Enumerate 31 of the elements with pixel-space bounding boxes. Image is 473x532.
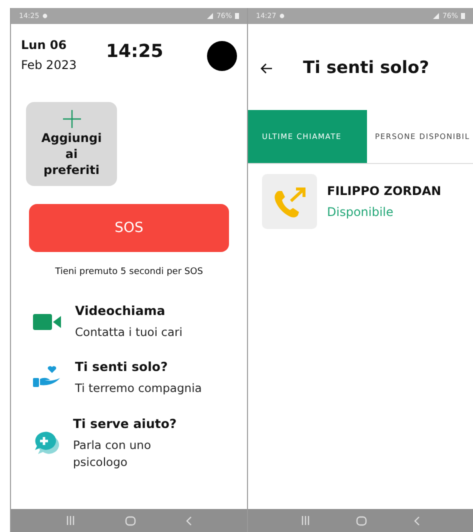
- back-arrow-button[interactable]: [260, 62, 273, 74]
- back-icon[interactable]: [186, 516, 192, 526]
- clock: 14:25: [106, 41, 164, 62]
- outgoing-call-icon: [262, 174, 317, 229]
- home-icon[interactable]: [125, 516, 136, 526]
- recent-apps-icon[interactable]: [301, 516, 310, 525]
- battery-icon: [461, 13, 465, 19]
- sos-hint: Tieni premuto 5 secondi per SOS: [55, 267, 203, 277]
- sos-button[interactable]: SOS: [29, 204, 229, 252]
- battery-icon: [235, 13, 239, 19]
- menu-item-subtitle: Ti terremo compagnia: [75, 380, 203, 398]
- medical-chat-icon: [33, 431, 59, 456]
- contact-status: Disponibile: [327, 205, 394, 219]
- contact-name[interactable]: FILIPPO ZORDAN: [327, 184, 442, 198]
- date-month: Feb 2023: [21, 58, 78, 72]
- video-camera-icon: [33, 313, 61, 332]
- menu-item-subtitle: Parla con uno psicologo: [73, 436, 152, 471]
- add-favorite-button[interactable]: Aggiungi ai preferiti: [26, 102, 117, 186]
- back-icon[interactable]: [414, 516, 420, 526]
- signal-icon: [433, 13, 440, 19]
- menu-item-title[interactable]: Ti serve aiuto?: [73, 416, 208, 430]
- menu-item-subtitle: Contatta i tuoi cari: [75, 324, 184, 341]
- home-icon[interactable]: [356, 516, 368, 526]
- date-day: Lun 06: [21, 38, 106, 52]
- menu-item-title[interactable]: Videochiama: [75, 303, 210, 318]
- recent-apps-icon[interactable]: [66, 516, 75, 525]
- menu-item-title[interactable]: Ti senti solo?: [75, 359, 210, 374]
- signal-icon: [207, 13, 214, 19]
- plus-icon: [62, 110, 80, 128]
- screen-title: Ti senti solo?: [303, 58, 430, 78]
- avatar[interactable]: [207, 41, 237, 71]
